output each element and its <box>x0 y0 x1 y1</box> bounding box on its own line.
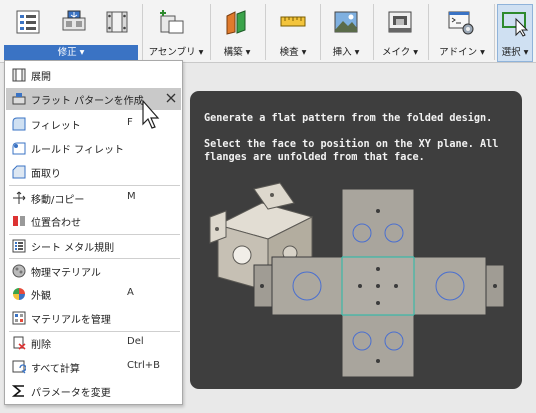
modify-group[interactable]: 修正 ▾ <box>4 0 138 62</box>
ribbon-toolbar: 修正 ▾ アセンブリ ▾ 構築 ▾ 検査 ▾ 挿入 ▾ メイク ▾ アドイン ▾… <box>0 0 536 63</box>
move-icon <box>13 191 26 204</box>
ribbon-separator <box>142 4 143 60</box>
menu-item-appearance[interactable]: 外観 A <box>6 283 181 305</box>
menu-item-shortcut: Ctrl+B <box>127 360 161 371</box>
construct-icon <box>226 10 246 35</box>
parameters-icon <box>12 385 24 397</box>
make-icon <box>388 11 412 33</box>
align-icon <box>13 216 25 226</box>
ribbon-separator <box>265 4 266 60</box>
insert-label[interactable]: 挿入 ▾ <box>322 45 370 60</box>
tooltip-description: Generate a flat pattern from the folded … <box>204 113 493 124</box>
menu-item-label: 展開 <box>31 72 51 83</box>
insert-group[interactable]: 挿入 ▾ <box>322 0 370 62</box>
modify-label[interactable]: 修正 ▾ <box>4 45 138 60</box>
construct-group[interactable]: 構築 ▾ <box>212 0 262 62</box>
menu-item-move-copy[interactable]: 移動/コピー M <box>6 187 181 209</box>
chamfer-icon <box>12 165 26 179</box>
tooltip-instruction-line2: flanges are unfolded from that face. <box>204 152 425 163</box>
menu-item-align[interactable]: 位置合わせ <box>6 210 181 232</box>
rule-fillet-icon <box>12 142 26 155</box>
delete-icon <box>13 336 26 350</box>
menu-item-manage-materials[interactable]: マテリアルを管理 <box>6 307 181 329</box>
physical-material-icon <box>12 264 26 278</box>
sheet-metal-rules-icon <box>12 239 26 253</box>
menu-item-label: ルールド フィレット <box>31 145 124 156</box>
inspect-icon <box>280 16 306 27</box>
menu-item-label: マテリアルを管理 <box>31 315 111 326</box>
flat-pattern-illustration <box>209 182 505 378</box>
construct-label[interactable]: 構築 ▾ <box>212 45 262 60</box>
ribbon-separator <box>428 4 429 60</box>
menu-item-chamfer[interactable]: 面取り <box>6 161 181 183</box>
menu-item-label: すべて計算 <box>31 364 80 375</box>
menu-item-rule-fillet[interactable]: ルールド フィレット <box>6 137 181 159</box>
menu-item-label: 削除 <box>31 340 51 351</box>
ribbon-separator <box>210 4 211 60</box>
ribbon-separator <box>320 4 321 60</box>
menu-item-label: 物理マテリアル <box>31 268 101 279</box>
sheet-metal-rules-icon[interactable] <box>14 8 42 36</box>
flat-pattern-icon <box>12 93 26 105</box>
ribbon-separator <box>373 4 374 60</box>
unfold-icon[interactable] <box>103 8 131 36</box>
assembly-group[interactable]: アセンブリ ▾ <box>146 0 206 62</box>
tooltip-instruction-line1: Select the face to position on the XY pl… <box>204 139 499 150</box>
menu-item-shortcut: A <box>127 287 134 298</box>
manage-materials-icon <box>12 311 26 325</box>
inspect-label[interactable]: 検査 ▾ <box>268 45 318 60</box>
fillet-icon <box>12 117 26 131</box>
menu-item-shortcut: M <box>127 191 136 202</box>
menu-item-unfold[interactable]: 展開 <box>6 64 181 86</box>
menu-item-label: フィレット <box>31 121 81 132</box>
menu-item-physical-material[interactable]: 物理マテリアル <box>6 260 181 282</box>
menu-item-delete[interactable]: 削除 Del <box>6 332 181 354</box>
ribbon-separator <box>494 4 495 60</box>
menu-item-shortcut: F <box>127 117 133 128</box>
select-icon <box>502 12 529 37</box>
make-group[interactable]: メイク ▾ <box>375 0 425 62</box>
close-icon[interactable] <box>166 93 176 103</box>
menu-item-label: 面取り <box>31 169 61 180</box>
appearance-icon <box>13 288 25 300</box>
menu-item-compute-all[interactable]: すべて計算 Ctrl+B <box>6 356 181 378</box>
menu-item-sheet-metal-rules[interactable]: シート メタル規則 <box>6 235 181 257</box>
menu-item-change-parameters[interactable]: パラメータを変更 <box>6 380 181 402</box>
menu-item-label: 外観 <box>31 291 51 302</box>
unfold-icon <box>12 68 26 82</box>
menu-item-label: パラメータを変更 <box>31 388 111 399</box>
flat-pattern-tooltip: Generate a flat pattern from the folded … <box>190 91 522 389</box>
flat-pattern-icon[interactable] <box>60 8 88 36</box>
menu-separator <box>9 258 180 259</box>
menu-separator <box>9 185 180 186</box>
menu-item-label: シート メタル規則 <box>31 243 115 254</box>
menu-item-fillet[interactable]: フィレット F <box>6 113 181 135</box>
addins-group[interactable]: アドイン ▾ <box>431 0 493 62</box>
make-label[interactable]: メイク ▾ <box>375 45 425 60</box>
menu-item-label: フラット パターンを作成 <box>31 96 144 107</box>
menu-item-label: 移動/コピー <box>31 195 85 206</box>
select-button[interactable]: 選択 ▾ <box>497 4 533 62</box>
assembly-label[interactable]: アセンブリ ▾ <box>146 45 206 60</box>
assembly-icon <box>160 10 184 34</box>
select-label[interactable]: 選択 ▾ <box>496 45 534 60</box>
compute-all-icon <box>12 360 26 374</box>
addins-icon <box>448 11 474 35</box>
menu-item-label: 位置合わせ <box>31 218 81 229</box>
addins-label[interactable]: アドイン ▾ <box>431 45 493 60</box>
menu-item-shortcut: Del <box>127 336 144 347</box>
insert-icon <box>334 11 358 33</box>
modify-dropdown-menu: 展開 フラット パターンを作成 フィレット F ルールド フィレット 面取り 移… <box>4 60 183 405</box>
inspect-group[interactable]: 検査 ▾ <box>268 0 318 62</box>
